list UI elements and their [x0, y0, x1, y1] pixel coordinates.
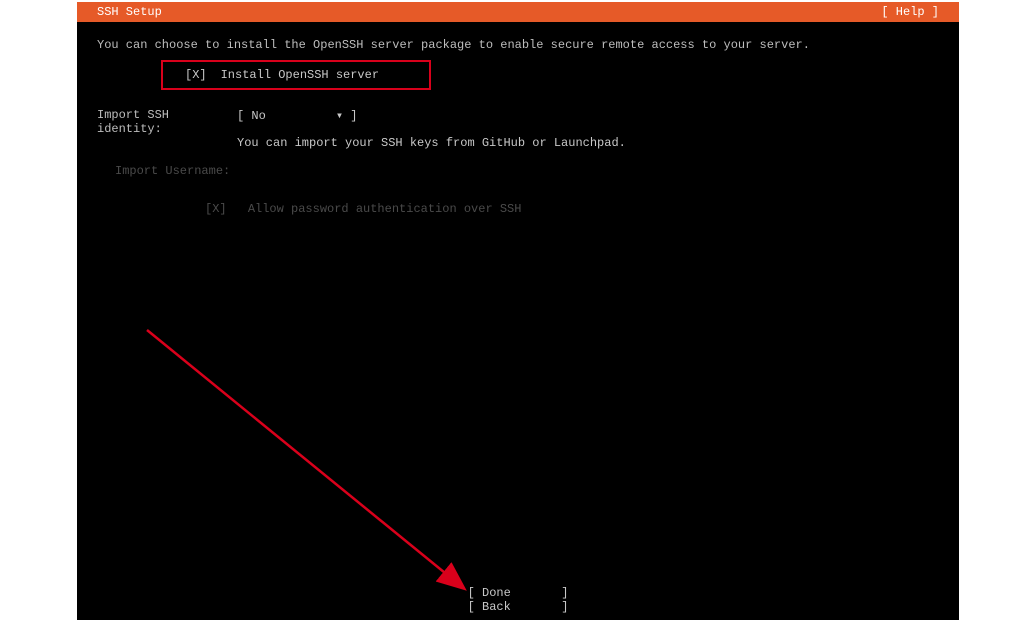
intro-text: You can choose to install the OpenSSH se… — [97, 38, 939, 52]
page-title: SSH Setup — [97, 2, 162, 22]
import-identity-row: Import SSH identity: [ No ▾ ] — [97, 108, 939, 136]
import-identity-select[interactable]: [ No ▾ ] — [237, 108, 357, 136]
back-button[interactable]: [ Back ] — [468, 600, 569, 614]
password-auth-label: Allow password authentication over SSH — [248, 202, 522, 216]
annotation-arrow — [135, 320, 535, 610]
password-auth-row: [X] Allow password authentication over S… — [205, 202, 939, 216]
password-auth-checkbox[interactable]: [X] — [205, 202, 227, 216]
import-identity-hint: You can import your SSH keys from GitHub… — [237, 136, 939, 150]
select-prefix: [ — [237, 109, 251, 123]
import-username-row: Import Username: — [115, 164, 939, 178]
import-username-label: Import Username: — [115, 164, 230, 178]
content-area: You can choose to install the OpenSSH se… — [77, 22, 959, 226]
install-openssh-highlight: [X] Install OpenSSH server — [161, 60, 431, 90]
install-openssh-label: Install OpenSSH server — [221, 68, 379, 82]
import-identity-label: Import SSH identity: — [97, 108, 237, 136]
installer-window: SSH Setup [ Help ] You can choose to ins… — [77, 2, 959, 620]
help-button[interactable]: [ Help ] — [881, 2, 939, 22]
install-openssh-checkbox[interactable]: [X] — [185, 68, 207, 82]
bottom-buttons: [ Done ] [ Back ] — [468, 586, 569, 614]
select-value: No — [251, 109, 265, 123]
chevron-down-icon: ▾ ] — [336, 109, 358, 123]
done-button[interactable]: [ Done ] — [468, 586, 569, 600]
header-bar: SSH Setup [ Help ] — [77, 2, 959, 22]
